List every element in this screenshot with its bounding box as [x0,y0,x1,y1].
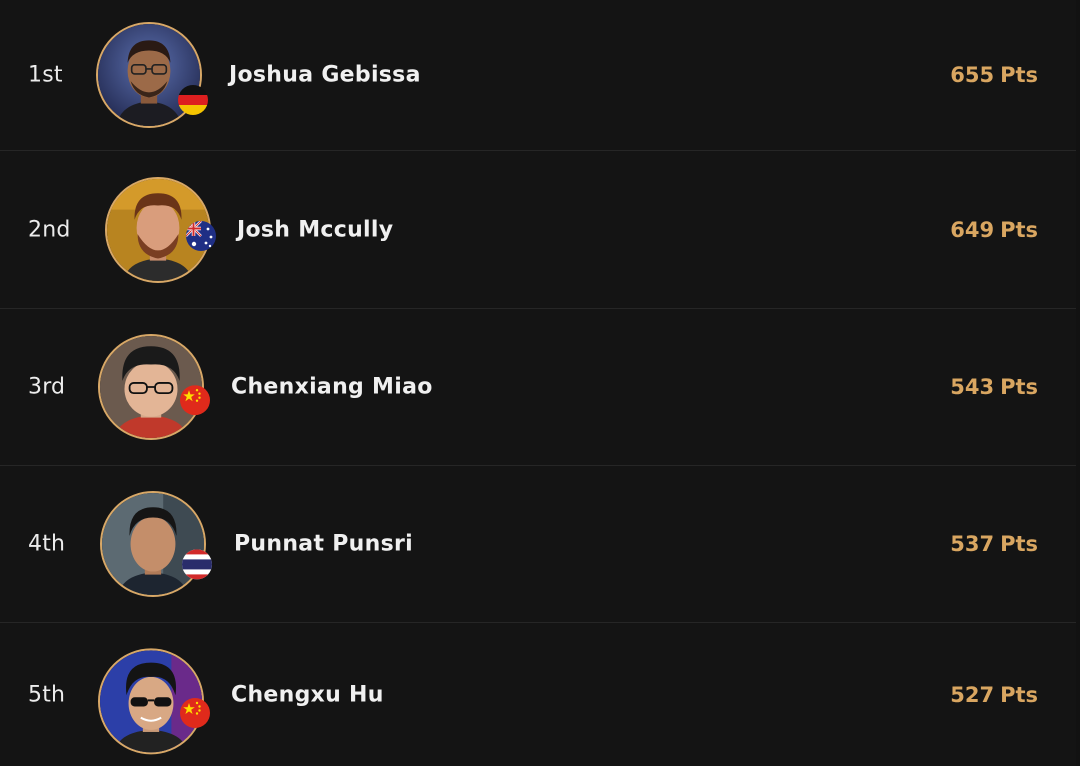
leaderboard-row[interactable]: 2nd Josh Mccully 649 Pts [0,151,1076,309]
player-avatar-icon [102,493,204,595]
points-number: 649 [950,217,995,242]
points-value: 537 Pts [950,532,1038,556]
points-number: 543 [950,375,995,399]
leaderboard-row[interactable]: 4th Punnat Punsri 537 Pts [0,466,1076,623]
player-name[interactable]: Punnat Punsri [234,532,413,557]
points-number: 527 [950,682,995,707]
rank-label: 2nd [28,217,71,242]
points-unit: Pts [1000,682,1038,707]
points-value: 655 Pts [950,63,1038,87]
leaderboard-row[interactable]: 5th Chengxu Hu 527 Pts [0,623,1076,766]
points-number: 655 [950,63,995,87]
thailand-flag-icon [182,549,212,580]
points-unit: Pts [1000,375,1038,399]
rank-label: 4th [28,531,66,557]
player-name[interactable]: Chengxu Hu [231,682,384,707]
leaderboard-row[interactable]: 3rd Chenxiang Miao 543 Pts [0,309,1076,466]
player-name[interactable]: Josh Mccully [237,217,393,242]
points-unit: Pts [1000,532,1038,556]
australia-flag-icon [186,220,216,251]
player-name[interactable]: Chenxiang Miao [231,375,433,400]
rank-label: 3rd [28,374,66,400]
china-flag-icon [180,697,210,728]
leaderboard: 1st Joshua Gebissa 655 Pts 2nd Josh Mccu… [0,0,1080,766]
germany-flag-icon [178,85,208,115]
rank-label: 5th [28,682,66,707]
points-unit: Pts [1000,63,1038,87]
player-name[interactable]: Joshua Gebissa [229,63,421,88]
rank-label: 1st [28,62,63,88]
points-number: 537 [950,532,995,556]
points-value: 543 Pts [950,375,1038,399]
china-flag-icon [180,385,210,416]
points-value: 649 Pts [950,218,1038,242]
leaderboard-row[interactable]: 1st Joshua Gebissa 655 Pts [0,0,1076,151]
points-value: 527 Pts [950,683,1038,707]
player-avatar[interactable] [100,491,206,597]
points-unit: Pts [1000,217,1038,242]
